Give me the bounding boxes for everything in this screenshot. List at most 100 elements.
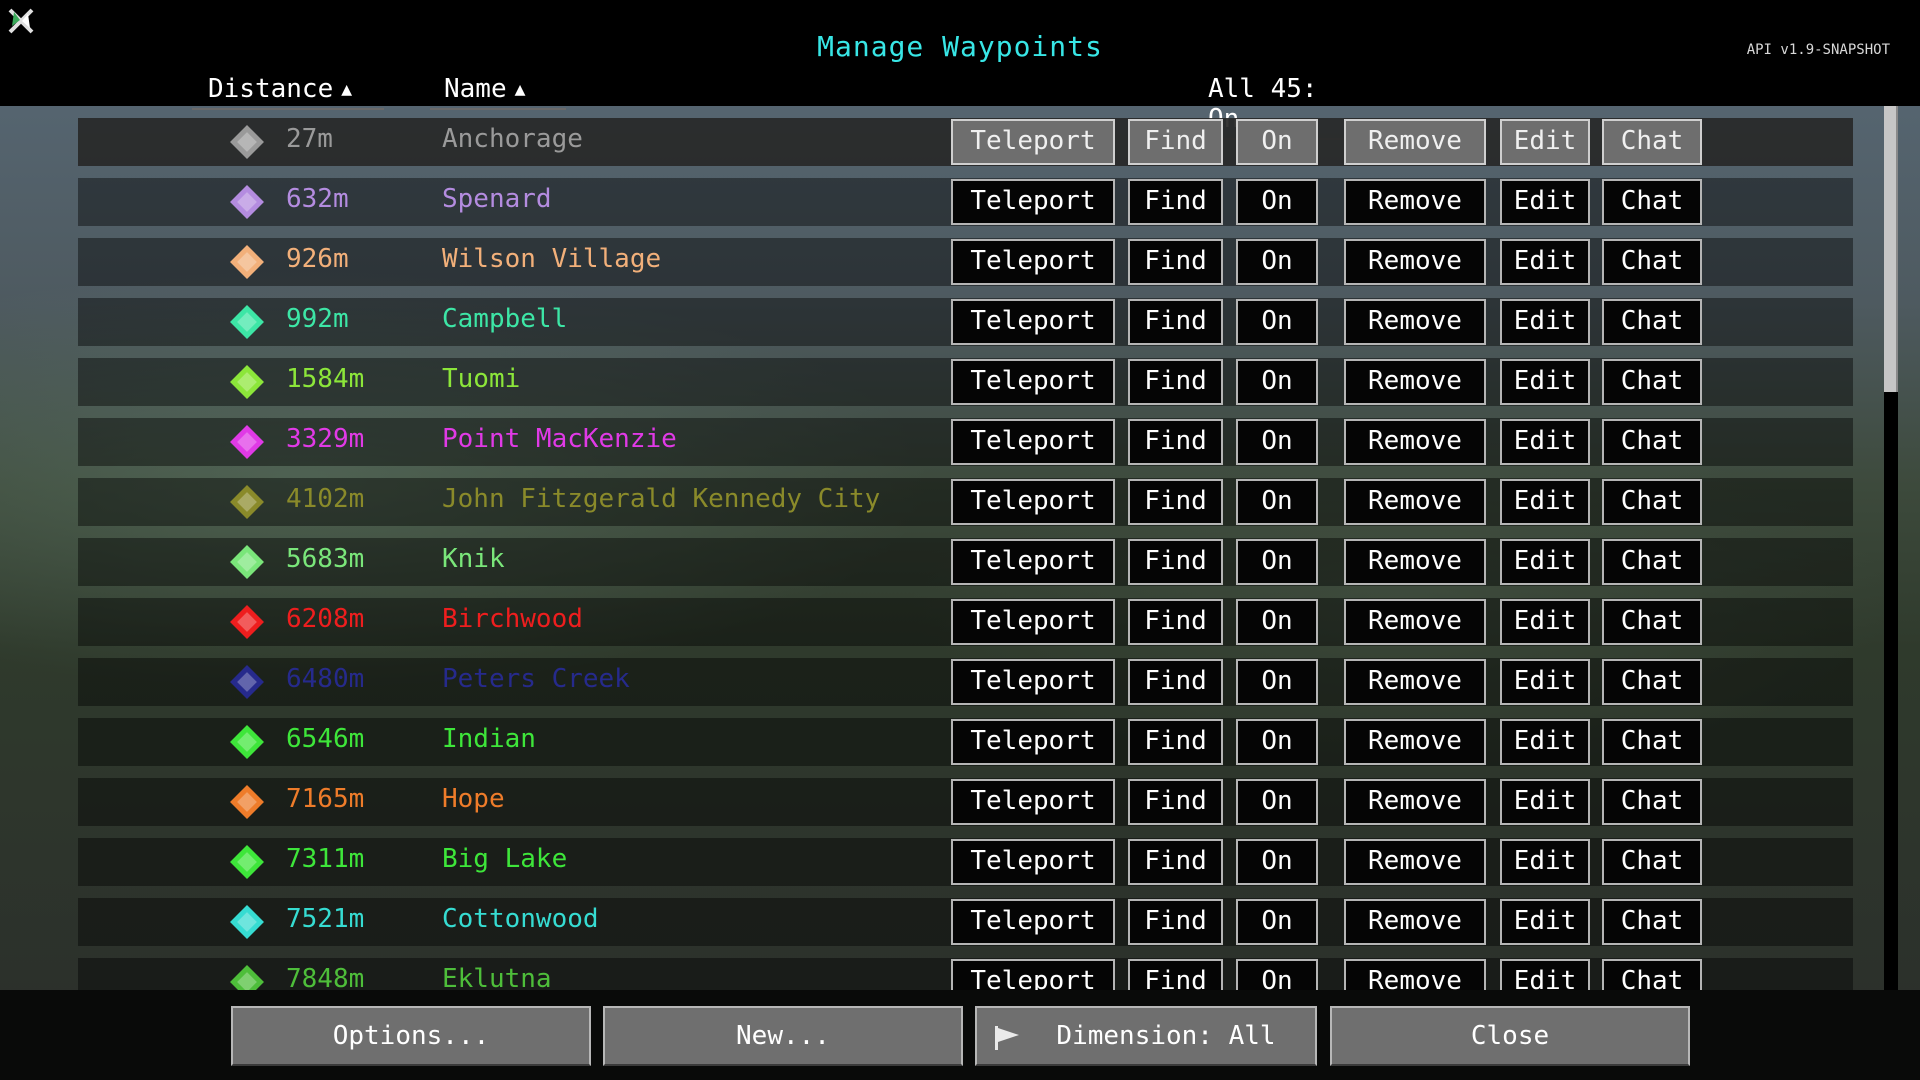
teleport-button[interactable]: Teleport: [951, 539, 1115, 585]
chat-button[interactable]: Chat: [1602, 719, 1702, 765]
edit-button[interactable]: Edit: [1500, 119, 1590, 165]
toggle-visibility-button[interactable]: On: [1236, 899, 1318, 945]
find-button[interactable]: Find: [1128, 659, 1223, 705]
chat-button[interactable]: Chat: [1602, 179, 1702, 225]
chat-button[interactable]: Chat: [1602, 539, 1702, 585]
edit-button[interactable]: Edit: [1500, 599, 1590, 645]
teleport-button[interactable]: Teleport: [951, 899, 1115, 945]
toggle-visibility-button[interactable]: On: [1236, 359, 1318, 405]
find-button[interactable]: Find: [1128, 599, 1223, 645]
waypoint-row[interactable]: 7521m Cottonwood Teleport Find On Remove Edit C…: [78, 898, 1853, 946]
teleport-button[interactable]: Teleport: [951, 599, 1115, 645]
teleport-button[interactable]: Teleport: [951, 419, 1115, 465]
sort-by-distance-header[interactable]: Distance ▲: [192, 74, 384, 110]
remove-button[interactable]: Remove: [1344, 299, 1486, 345]
chat-button[interactable]: Chat: [1602, 299, 1702, 345]
chat-button[interactable]: Chat: [1602, 839, 1702, 885]
toggle-visibility-button[interactable]: On: [1236, 419, 1318, 465]
teleport-button[interactable]: Teleport: [951, 959, 1115, 990]
remove-button[interactable]: Remove: [1344, 179, 1486, 225]
remove-button[interactable]: Remove: [1344, 359, 1486, 405]
find-button[interactable]: Find: [1128, 779, 1223, 825]
edit-button[interactable]: Edit: [1500, 839, 1590, 885]
chat-button[interactable]: Chat: [1602, 779, 1702, 825]
find-button[interactable]: Find: [1128, 839, 1223, 885]
remove-button[interactable]: Remove: [1344, 839, 1486, 885]
chat-button[interactable]: Chat: [1602, 359, 1702, 405]
chat-button[interactable]: Chat: [1602, 899, 1702, 945]
new-waypoint-button[interactable]: New...: [603, 1006, 963, 1066]
find-button[interactable]: Find: [1128, 359, 1223, 405]
edit-button[interactable]: Edit: [1500, 719, 1590, 765]
sort-by-name-header[interactable]: Name ▲: [430, 74, 566, 110]
waypoint-row[interactable]: 7311m Big Lake Teleport Find On Remove Edit Cha…: [78, 838, 1853, 886]
waypoint-row[interactable]: 3329m Point MacKenzie Teleport Find On Remove…: [78, 418, 1853, 466]
find-button[interactable]: Find: [1128, 959, 1223, 990]
chat-button[interactable]: Chat: [1602, 659, 1702, 705]
remove-button[interactable]: Remove: [1344, 419, 1486, 465]
teleport-button[interactable]: Teleport: [951, 119, 1115, 165]
find-button[interactable]: Find: [1128, 299, 1223, 345]
edit-button[interactable]: Edit: [1500, 239, 1590, 285]
find-button[interactable]: Find: [1128, 479, 1223, 525]
toggle-visibility-button[interactable]: On: [1236, 479, 1318, 525]
toggle-visibility-button[interactable]: On: [1236, 959, 1318, 990]
waypoint-row[interactable]: 992m Campbell Teleport Find On Remove Edit Chat: [78, 298, 1853, 346]
chat-button[interactable]: Chat: [1602, 239, 1702, 285]
waypoint-row[interactable]: 7165m Hope Teleport Find On Remove Edit Chat: [78, 778, 1853, 826]
teleport-button[interactable]: Teleport: [951, 299, 1115, 345]
waypoint-list[interactable]: 27m Anchorage Teleport Find On Remove Edit Chat…: [0, 106, 1920, 990]
find-button[interactable]: Find: [1128, 119, 1223, 165]
remove-button[interactable]: Remove: [1344, 719, 1486, 765]
teleport-button[interactable]: Teleport: [951, 659, 1115, 705]
toggle-visibility-button[interactable]: On: [1236, 179, 1318, 225]
find-button[interactable]: Find: [1128, 179, 1223, 225]
remove-button[interactable]: Remove: [1344, 899, 1486, 945]
remove-button[interactable]: Remove: [1344, 239, 1486, 285]
dimension-button[interactable]: Dimension: All: [975, 1006, 1317, 1066]
edit-button[interactable]: Edit: [1500, 659, 1590, 705]
chat-button[interactable]: Chat: [1602, 419, 1702, 465]
toggle-visibility-button[interactable]: On: [1236, 599, 1318, 645]
waypoint-row[interactable]: 1584m Tuomi Teleport Find On Remove Edit Chat: [78, 358, 1853, 406]
teleport-button[interactable]: Teleport: [951, 239, 1115, 285]
teleport-button[interactable]: Teleport: [951, 779, 1115, 825]
edit-button[interactable]: Edit: [1500, 179, 1590, 225]
waypoint-row[interactable]: 27m Anchorage Teleport Find On Remove Edit Chat: [78, 118, 1853, 166]
remove-button[interactable]: Remove: [1344, 959, 1486, 990]
remove-button[interactable]: Remove: [1344, 779, 1486, 825]
toggle-visibility-button[interactable]: On: [1236, 779, 1318, 825]
find-button[interactable]: Find: [1128, 899, 1223, 945]
waypoint-row[interactable]: 6480m Peters Creek Teleport Find On Remove Edi…: [78, 658, 1853, 706]
edit-button[interactable]: Edit: [1500, 539, 1590, 585]
find-button[interactable]: Find: [1128, 419, 1223, 465]
edit-button[interactable]: Edit: [1500, 779, 1590, 825]
toggle-visibility-button[interactable]: On: [1236, 119, 1318, 165]
teleport-button[interactable]: Teleport: [951, 359, 1115, 405]
chat-button[interactable]: Chat: [1602, 599, 1702, 645]
toggle-visibility-button[interactable]: On: [1236, 659, 1318, 705]
remove-button[interactable]: Remove: [1344, 539, 1486, 585]
find-button[interactable]: Find: [1128, 239, 1223, 285]
remove-button[interactable]: Remove: [1344, 659, 1486, 705]
teleport-button[interactable]: Teleport: [951, 719, 1115, 765]
chat-button[interactable]: Chat: [1602, 479, 1702, 525]
edit-button[interactable]: Edit: [1500, 479, 1590, 525]
waypoint-row[interactable]: 6208m Birchwood Teleport Find On Remove Edit Ch…: [78, 598, 1853, 646]
remove-button[interactable]: Remove: [1344, 119, 1486, 165]
teleport-button[interactable]: Teleport: [951, 179, 1115, 225]
close-button[interactable]: Close: [1330, 1006, 1690, 1066]
waypoint-row[interactable]: 926m Wilson Village Teleport Find On Remove Ed…: [78, 238, 1853, 286]
toggle-visibility-button[interactable]: On: [1236, 839, 1318, 885]
toggle-visibility-button[interactable]: On: [1236, 539, 1318, 585]
remove-button[interactable]: Remove: [1344, 479, 1486, 525]
chat-button[interactable]: Chat: [1602, 119, 1702, 165]
edit-button[interactable]: Edit: [1500, 359, 1590, 405]
toggle-visibility-button[interactable]: On: [1236, 299, 1318, 345]
waypoint-row[interactable]: 632m Spenard Teleport Find On Remove Edit Chat: [78, 178, 1853, 226]
edit-button[interactable]: Edit: [1500, 299, 1590, 345]
edit-button[interactable]: Edit: [1500, 899, 1590, 945]
remove-button[interactable]: Remove: [1344, 599, 1486, 645]
edit-button[interactable]: Edit: [1500, 959, 1590, 990]
waypoint-row[interactable]: 5683m Knik Teleport Find On Remove Edit Chat: [78, 538, 1853, 586]
